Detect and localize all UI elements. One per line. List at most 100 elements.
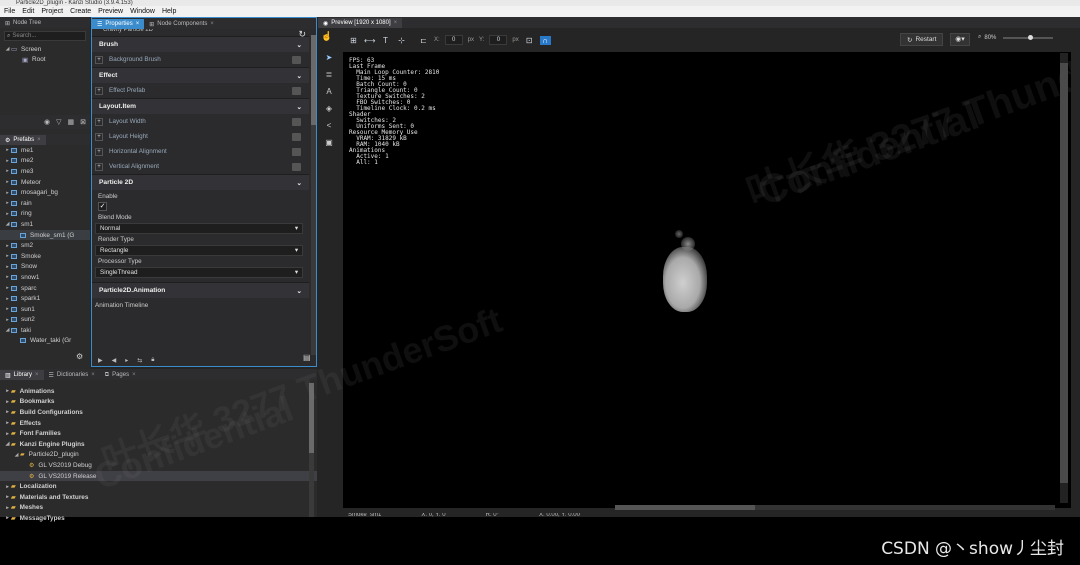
prefab-item[interactable]: ▸ Snow [0, 262, 90, 273]
prefab-item[interactable]: ▸ Meteor [0, 177, 90, 188]
expand-arrow-icon[interactable]: ▸ [4, 420, 11, 426]
chevron-down-icon[interactable]: ⌄ [296, 179, 302, 187]
close-icon[interactable]: × [35, 372, 39, 378]
prefab-item[interactable]: Water_taki (Gr [0, 336, 90, 347]
library-item[interactable]: ▸ ▰ Materials and Textures [0, 492, 317, 503]
expand-arrow-icon[interactable]: ▸ [4, 168, 11, 174]
expand-arrow-icon[interactable]: ▸ [4, 484, 11, 490]
enable-checkbox[interactable]: ✓ [98, 202, 107, 211]
prefab-item[interactable]: Smoke_sm1 (G [0, 229, 90, 241]
lock-icon[interactable] [292, 132, 301, 141]
collapse-arrow-icon[interactable]: ◢ [4, 441, 11, 447]
blend-mode-select[interactable]: Normal ▾ [95, 223, 303, 234]
expand-arrow-icon[interactable]: ▸ [4, 494, 11, 500]
lock-icon[interactable]: 🔒︎ [151, 357, 154, 364]
menu-window[interactable]: Window [130, 8, 155, 15]
close-icon[interactable]: × [210, 21, 214, 27]
prefab-item[interactable]: ▸ me2 [0, 156, 90, 167]
expand-arrow-icon[interactable]: ▸ [4, 200, 11, 206]
add-icon[interactable]: + [95, 117, 103, 126]
prefab-item[interactable]: ▸ snow1 [0, 272, 90, 283]
collapse-arrow-icon[interactable]: ◢ [4, 327, 11, 333]
tab-preview[interactable]: ◉ Preview [1920 x 1080] × [318, 18, 403, 28]
preview-canvas[interactable]: FPS: 63 Last Frame Main Loop Counter: 281… [343, 52, 1071, 508]
prefab-item[interactable]: ▸ spark1 [0, 293, 90, 304]
expand-arrow-icon[interactable]: ▸ [4, 431, 11, 437]
prev-icon[interactable]: ◀ [112, 357, 117, 364]
tree-item-screen[interactable]: ◢ ▭ Screen [0, 44, 90, 55]
filter-icon[interactable]: ▽ [56, 118, 61, 126]
library-item[interactable]: ▸ ▰ MessageTypes [0, 513, 317, 524]
scrollbar-thumb[interactable] [311, 35, 316, 125]
list-icon[interactable]: ≣ [326, 70, 333, 79]
menu-edit[interactable]: Edit [22, 8, 34, 15]
prop-vertical-alignment[interactable]: + Vertical Alignment [92, 159, 309, 174]
expand-arrow-icon[interactable]: ▸ [4, 409, 11, 415]
expand-arrow-icon[interactable]: ▸ [4, 505, 11, 511]
prefab-item[interactable]: ▸ me3 [0, 166, 90, 177]
resize-icon[interactable]: ⊡ [524, 36, 535, 45]
close-icon[interactable]: × [132, 372, 136, 378]
close-icon[interactable]: × [394, 20, 398, 26]
collapse-arrow-icon[interactable]: ◢ [13, 452, 20, 458]
prefab-item[interactable]: ▸ ring [0, 209, 90, 220]
tab-prefabs[interactable]: ⚙ Prefabs × [0, 135, 46, 145]
play-icon[interactable]: ▶ [98, 357, 103, 364]
prop-background-brush[interactable]: + Background Brush [92, 52, 309, 67]
lock-icon[interactable] [292, 117, 301, 126]
x-input[interactable]: 0 [444, 35, 463, 45]
expand-arrow-icon[interactable]: ▸ [4, 317, 11, 323]
prop-effect-prefab[interactable]: + Effect Prefab [92, 83, 309, 98]
menu-help[interactable]: Help [162, 8, 176, 15]
expand-arrow-icon[interactable]: ▸ [4, 264, 11, 270]
section-brush[interactable]: Brush ⌄ [92, 36, 309, 52]
close-icon[interactable]: × [37, 137, 41, 143]
scrollbar-thumb[interactable] [1060, 63, 1068, 483]
chevron-down-icon[interactable]: ⌄ [296, 103, 302, 111]
tab-node-components[interactable]: ⊞ Node Components × [144, 19, 219, 29]
grid-icon[interactable]: ▦ [68, 118, 75, 126]
properties-scrollbar[interactable] [311, 35, 316, 355]
prefab-item[interactable]: ▸ sm2 [0, 240, 90, 251]
chevron-down-icon[interactable]: ⌄ [296, 41, 302, 49]
prop-horizontal-alignment[interactable]: + Horizontal Alignment [92, 144, 309, 159]
prop-layout-height[interactable]: + Layout Height [92, 129, 309, 144]
scrollbar-thumb[interactable] [615, 505, 755, 510]
menu-project[interactable]: Project [41, 8, 63, 15]
prefab-item[interactable]: ◢ sm1 [0, 219, 90, 230]
refresh-icon[interactable]: ↻ [298, 29, 306, 40]
eye-icon[interactable]: ◉ [44, 118, 50, 126]
expand-arrow-icon[interactable]: ▸ [4, 179, 11, 185]
add-icon[interactable]: + [95, 55, 103, 64]
align-icon[interactable]: ⊹ [396, 36, 407, 45]
expand-arrow-icon[interactable]: ▸ [4, 190, 11, 196]
loop-icon[interactable]: ⇆ [137, 357, 142, 364]
lock-icon[interactable] [292, 147, 301, 156]
camera-icon[interactable]: ▣ [325, 138, 333, 147]
expand-arrow-icon[interactable]: ▸ [4, 253, 11, 259]
menu-create[interactable]: Create [70, 8, 91, 15]
section-particle-animation[interactable]: Particle2D.Animation ⌄ [92, 282, 309, 298]
select-arrow-icon[interactable]: ➤ [326, 53, 333, 62]
y-input[interactable]: 0 [489, 35, 508, 45]
visibility-toggle[interactable]: ◉▾ [950, 33, 970, 46]
prop-layout-width[interactable]: + Layout Width [92, 114, 309, 129]
tab-node-tree[interactable]: ⊞ Node Tree [0, 18, 46, 28]
expand-arrow-icon[interactable]: ▸ [4, 147, 11, 153]
chevron-down-icon[interactable]: ⌄ [296, 72, 302, 80]
expand-arrow-icon[interactable]: ▸ [4, 306, 11, 312]
section-effect[interactable]: Effect ⌄ [92, 67, 309, 83]
expand-arrow-icon[interactable]: ▸ [4, 388, 11, 394]
preview-hscrollbar[interactable] [615, 505, 1055, 510]
expand-arrow-icon[interactable]: ▸ [4, 515, 11, 521]
add-icon[interactable]: + [95, 132, 103, 141]
chevron-down-icon[interactable]: ⌄ [296, 287, 302, 295]
prefab-item[interactable]: ▸ sparc [0, 283, 90, 294]
prefab-item[interactable]: ▸ mosagari_bg [0, 187, 90, 198]
tab-library[interactable]: ▥ Library × [0, 370, 44, 380]
zoom-slider[interactable] [1003, 34, 1054, 40]
render-type-select[interactable]: Rectangle ▾ [95, 245, 303, 256]
lock-icon[interactable] [292, 162, 301, 171]
library-item[interactable]: ▸ ▰ Meshes [0, 503, 317, 514]
prefab-item[interactable]: ▸ sun1 [0, 304, 90, 315]
